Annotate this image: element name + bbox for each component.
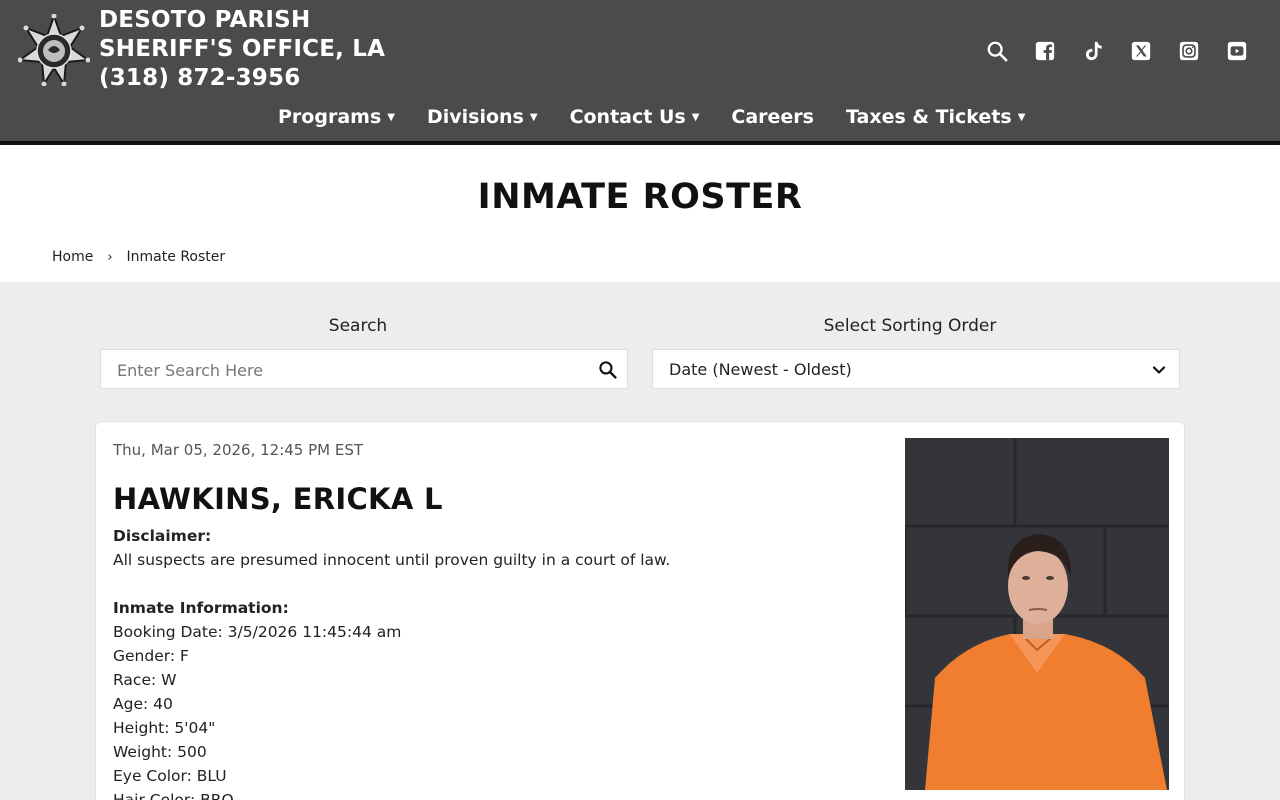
search-label: Search — [328, 316, 388, 336]
nav-label: Divisions — [426, 106, 524, 128]
booking-timestamp: Thu, Mar 05, 2026, 12:45 PM EST — [113, 441, 364, 459]
inmate-name[interactable]: HAWKINS, ERICKA L — [113, 482, 443, 516]
nav-label: Programs — [278, 106, 382, 128]
info-race: Race: W — [113, 671, 177, 689]
sort-label: Select Sorting Order — [823, 316, 997, 336]
main-nav: Programs ▼ Divisions ▼ Contact Us ▼ Careers… — [278, 106, 1025, 128]
breadcrumb: Home › Inmate Roster — [52, 249, 225, 265]
chevron-down-icon — [1152, 366, 1166, 374]
inmate-details: Disclaimer: All suspects are presumed in… — [113, 524, 853, 800]
breadcrumb-current: Inmate Roster — [126, 249, 226, 265]
info-heading: Inmate Information: — [113, 599, 289, 617]
page-title: INMATE ROSTER — [477, 177, 803, 217]
tiktok-icon[interactable] — [1082, 40, 1104, 62]
info-height: Height: 5'04" — [113, 719, 216, 737]
x-icon[interactable] — [1130, 40, 1152, 62]
caret-down-icon: ▼ — [529, 111, 538, 123]
facebook-icon[interactable] — [1034, 40, 1056, 62]
nav-taxes-tickets[interactable]: Taxes & Tickets ▼ — [846, 106, 1025, 128]
caret-down-icon: ▼ — [387, 111, 395, 123]
title-band: INMATE ROSTER Home › Inmate Roster — [0, 145, 1280, 282]
brand-phone[interactable]: (318) 872-3956 — [99, 64, 385, 93]
nav-label: Taxes & Tickets — [845, 106, 1012, 128]
disclaimer-text: All suspects are presumed innocent until… — [113, 551, 671, 569]
youtube-icon[interactable] — [1226, 40, 1248, 62]
caret-down-icon: ▼ — [1017, 111, 1026, 123]
caret-down-icon: ▼ — [691, 111, 700, 123]
search-input[interactable] — [117, 358, 577, 382]
info-gender: Gender: F — [113, 647, 189, 665]
nav-programs[interactable]: Programs ▼ — [278, 106, 395, 128]
mugshot-image — [905, 438, 1169, 790]
search-box — [100, 349, 628, 389]
breadcrumb-home[interactable]: Home — [52, 249, 93, 265]
nav-contact-us[interactable]: Contact Us ▼ — [570, 106, 700, 128]
info-eye-color: Eye Color: BLU — [113, 767, 227, 785]
sheriff-star-badge-icon[interactable] — [18, 14, 90, 86]
info-weight: Weight: 500 — [113, 743, 207, 761]
nav-divisions[interactable]: Divisions ▼ — [427, 106, 538, 128]
site-brand[interactable]: DESOTO PARISH SHERIFF'S OFFICE, LA (318)… — [99, 6, 385, 93]
search-icon[interactable] — [598, 360, 617, 379]
sort-select[interactable]: Date (Newest - Oldest) — [652, 349, 1180, 389]
breadcrumb-separator: › — [107, 249, 113, 265]
nav-label: Contact Us — [569, 106, 686, 128]
nav-label: Careers — [731, 106, 814, 128]
info-hair-color: Hair Color: BRO — [113, 791, 234, 800]
brand-line-1: DESOTO PARISH — [99, 7, 311, 33]
info-booking-date: Booking Date: 3/5/2026 11:45:44 am — [113, 623, 402, 641]
inmate-mugshot[interactable] — [905, 438, 1169, 790]
inmate-card[interactable]: Thu, Mar 05, 2026, 12:45 PM EST HAWKINS,… — [95, 421, 1185, 800]
disclaimer-heading: Disclaimer: — [113, 527, 212, 545]
site-header: DESOTO PARISH SHERIFF'S OFFICE, LA (318)… — [0, 0, 1280, 141]
info-age: Age: 40 — [113, 695, 173, 713]
instagram-icon[interactable] — [1178, 40, 1200, 62]
sort-selected-value: Date (Newest - Oldest) — [669, 360, 852, 379]
social-links — [986, 40, 1248, 62]
search-icon[interactable] — [986, 40, 1008, 62]
nav-careers[interactable]: Careers — [731, 106, 814, 128]
brand-line-2: SHERIFF'S OFFICE, LA — [99, 36, 386, 62]
